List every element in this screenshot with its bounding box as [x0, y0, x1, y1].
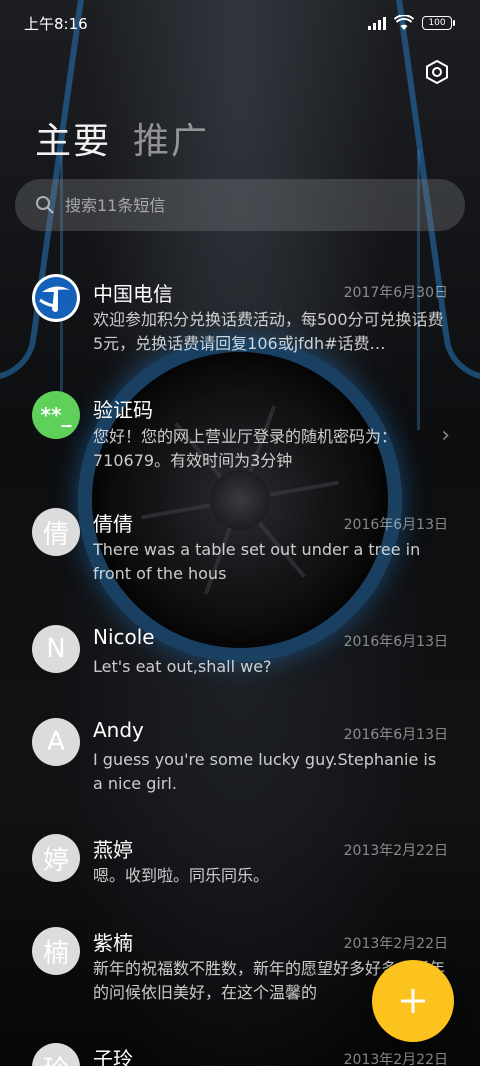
plus-icon [401, 989, 425, 1013]
chevron-right-icon: › [441, 423, 450, 448]
china-telecom-logo [32, 274, 80, 322]
conversation-item[interactable]: **_ 验证码 › 您好！您的网上营业厅登录的随机密码为：710679。有效时间… [0, 381, 480, 498]
message-preview: 嗯。收到啦。同乐同乐。 [93, 866, 270, 885]
battery-level: 100 [428, 18, 446, 28]
message-date: 2016年6月13日 [343, 634, 448, 650]
telecom-logo-icon [35, 277, 77, 319]
message-date: 2013年2月22日 [343, 936, 448, 952]
avatar: A [32, 718, 80, 766]
status-bar: 上午8:16 100 [0, 0, 480, 46]
contact-name: 紫楠 [93, 931, 133, 955]
tab-promotions[interactable]: 推广 [133, 112, 209, 164]
message-preview: 您好！您的网上营业厅登录的随机密码为：710679。有效时间为3分钟 [93, 427, 398, 470]
avatar: 楠 [32, 927, 80, 975]
search-icon [36, 196, 54, 214]
compose-button[interactable] [372, 960, 454, 1042]
conversation-item[interactable]: 婷 燕婷 2013年2月22日 嗯。收到啦。同乐同乐。 [0, 824, 480, 917]
tab-primary[interactable]: 主要 [35, 112, 111, 164]
conversation-item[interactable]: 中国电信 2017年6月30日 欢迎参加积分兑换话费活动，每500分可兑换话费5… [0, 264, 480, 381]
contact-name: 中国电信 [93, 282, 173, 306]
contact-name: Andy [93, 718, 144, 742]
contact-name: 验证码 [93, 398, 153, 422]
conversation-item[interactable]: N Nicole 2016年6月13日 Let's eat out,shall … [0, 615, 480, 708]
avatar: 玲 [32, 1043, 80, 1066]
avatar: **_ [32, 391, 80, 439]
conversation-item[interactable]: 倩 倩倩 2016年6月13日 There was a table set ou… [0, 498, 480, 615]
message-preview: 欢迎参加积分兑换话费活动，每500分可兑换话费5元，兑换话费请回复106或jfd… [93, 310, 444, 353]
message-tabs: 主要 推广 [35, 112, 209, 164]
avatar: N [32, 625, 80, 673]
status-icons: 100 [368, 15, 455, 31]
message-preview: Let's eat out,shall we? [93, 657, 272, 676]
contact-name: 倩倩 [93, 512, 133, 536]
message-date: 2016年6月13日 [343, 517, 448, 533]
avatar: 婷 [32, 834, 80, 882]
contact-name: Nicole [93, 625, 155, 649]
signal-icon [368, 16, 386, 30]
avatar: 倩 [32, 508, 80, 556]
message-preview: There was a table set out under a tree i… [93, 540, 421, 583]
message-date: 2016年6月13日 [343, 727, 448, 743]
message-date: 2017年6月30日 [343, 285, 448, 301]
conversation-list: 中国电信 2017年6月30日 欢迎参加积分兑换话费活动，每500分可兑换话费5… [0, 264, 480, 1066]
wifi-icon [394, 15, 414, 30]
hexagon-settings-icon [426, 59, 448, 85]
battery-icon: 100 [422, 16, 455, 30]
message-date: 2013年2月22日 [343, 843, 448, 859]
search-input[interactable] [65, 195, 425, 215]
conversation-item[interactable]: A Andy 2016年6月13日 I guess you're some lu… [0, 708, 480, 824]
search-bar[interactable] [15, 179, 465, 231]
contact-name: 子玲 [93, 1047, 133, 1066]
contact-name: 燕婷 [93, 838, 133, 862]
message-preview: I guess you're some lucky guy.Stephanie … [93, 750, 437, 793]
settings-button[interactable] [420, 55, 454, 89]
status-time: 上午8:16 [24, 14, 88, 33]
message-date: 2013年2月22日 [343, 1052, 448, 1066]
